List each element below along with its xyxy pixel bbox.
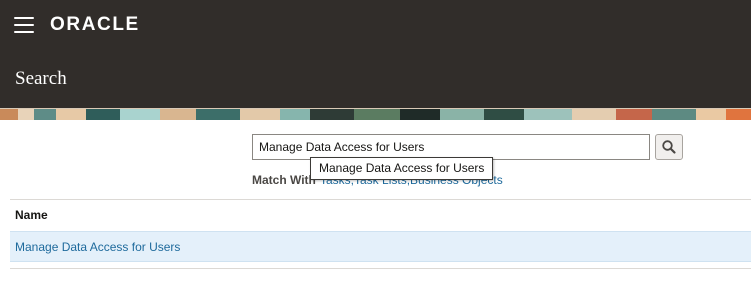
hamburger-menu-icon[interactable] — [14, 17, 34, 33]
global-header: ORACLE — [0, 0, 751, 50]
page-header: Search — [0, 50, 751, 108]
table-row[interactable]: Manage Data Access for Users — [10, 231, 751, 262]
match-with-label: Match With — [252, 173, 316, 187]
oracle-logo[interactable]: ORACLE — [50, 14, 140, 36]
results-divider-bottom — [10, 268, 751, 269]
results-divider — [10, 199, 751, 200]
search-button[interactable] — [655, 134, 683, 160]
search-icon — [662, 140, 676, 154]
decorative-banner — [0, 108, 751, 120]
page-title: Search — [15, 68, 67, 89]
search-tooltip: Manage Data Access for Users — [310, 157, 494, 180]
result-link[interactable]: Manage Data Access for Users — [15, 240, 180, 254]
column-header-name: Name — [15, 208, 48, 222]
